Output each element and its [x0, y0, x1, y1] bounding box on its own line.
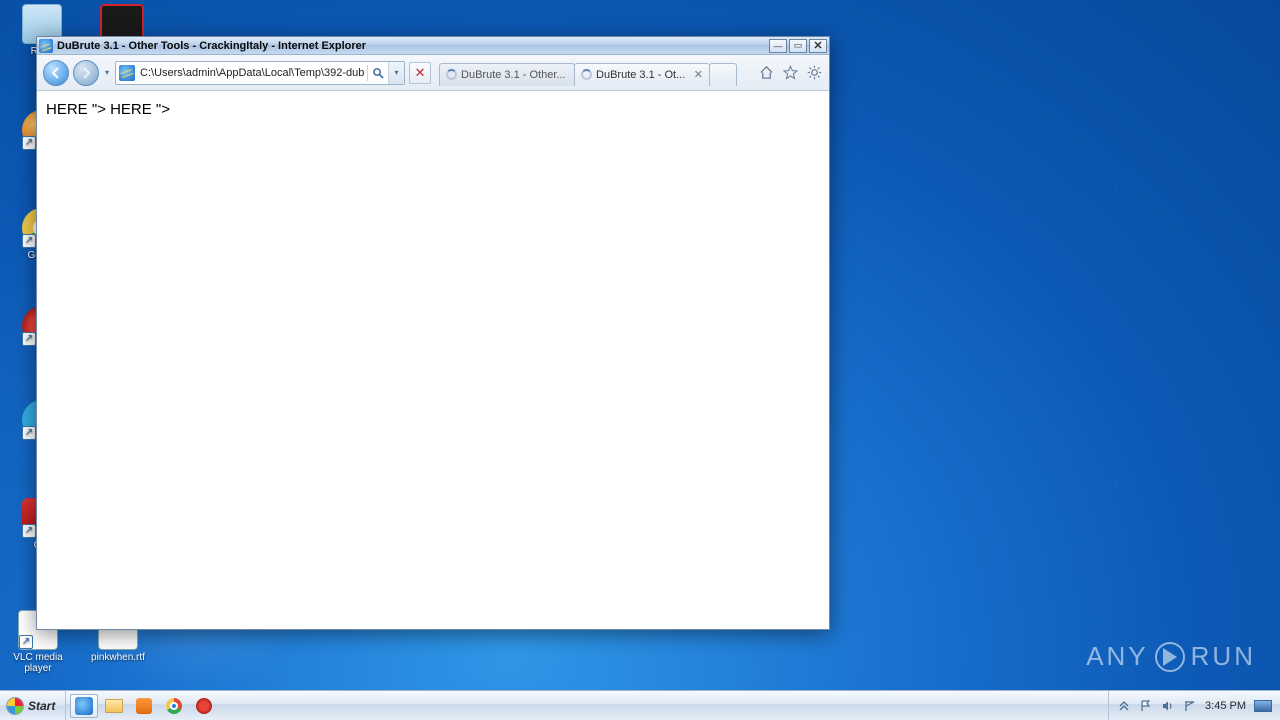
tray-action-center[interactable]	[1139, 699, 1153, 713]
opera-icon	[196, 698, 212, 714]
taskbar-item-chrome[interactable]	[160, 694, 188, 718]
arrow-left-icon	[50, 67, 62, 79]
shortcut-badge-icon: ↗	[19, 635, 33, 649]
play-triangle-icon	[1163, 648, 1177, 666]
ie-icon	[75, 697, 93, 715]
page-content: HERE "> HERE ">	[38, 93, 828, 628]
search-icon	[372, 67, 384, 79]
stop-x-icon: ✕	[415, 65, 426, 81]
search-button[interactable]	[368, 67, 388, 79]
taskbar-item-opera[interactable]	[190, 694, 218, 718]
back-button[interactable]	[43, 60, 69, 86]
flag-icon	[1140, 700, 1152, 712]
icon-label: pinkwhen.rtf	[86, 652, 150, 663]
anyrun-watermark: ANY RUN	[1086, 641, 1256, 672]
folder-icon	[105, 699, 123, 713]
home-button[interactable]	[757, 64, 775, 82]
chevrons-up-icon	[1119, 701, 1129, 711]
media-player-icon	[136, 698, 152, 714]
start-label: Start	[28, 699, 55, 713]
stop-button[interactable]: ✕	[409, 62, 431, 84]
nav-history-dropdown[interactable]: ▾	[103, 68, 111, 77]
watermark-text-left: ANY	[1086, 641, 1148, 672]
taskbar-item-ie[interactable]	[70, 694, 98, 718]
taskbar-items	[66, 691, 222, 720]
tab-1[interactable]: DuBrute 3.1 - Other...	[439, 63, 575, 86]
page-ie-icon	[119, 65, 135, 81]
shortcut-badge-icon: ↗	[22, 136, 36, 150]
taskbar-item-media-player[interactable]	[130, 694, 158, 718]
tray-volume[interactable]	[1161, 699, 1175, 713]
shortcut-badge-icon: ↗	[22, 234, 36, 248]
ie-icon	[39, 39, 53, 53]
taskbar: Start 3:45 PM	[0, 690, 1280, 720]
tab-label: DuBrute 3.1 - Other...	[461, 69, 568, 81]
tray-notification-flag[interactable]	[1183, 699, 1197, 713]
favorites-button[interactable]	[781, 64, 799, 82]
desktop: Recy ↗ Fir ↗ Go Ch ↗ Op ↗ Sk ↗ CCl ↗ VLC…	[0, 0, 1280, 720]
minimize-button[interactable]: —	[769, 39, 787, 53]
speaker-icon	[1162, 700, 1174, 712]
close-button[interactable]: ✕	[809, 39, 827, 53]
tab-2-active[interactable]: DuBrute 3.1 - Ot... ✕	[574, 63, 710, 86]
tab-strip: DuBrute 3.1 - Other... DuBrute 3.1 - Ot.…	[439, 60, 736, 86]
page-body-text: HERE "> HERE ">	[46, 101, 170, 118]
play-ring-icon	[1155, 642, 1185, 672]
star-icon	[783, 65, 798, 80]
forward-button[interactable]	[73, 60, 99, 86]
window-title: DuBrute 3.1 - Other Tools - CrackingItal…	[57, 40, 366, 52]
tab-close-icon[interactable]: ✕	[694, 68, 703, 81]
tab-label: DuBrute 3.1 - Ot...	[596, 69, 690, 81]
arrow-right-icon	[80, 67, 92, 79]
chrome-icon	[166, 698, 182, 714]
title-bar[interactable]: DuBrute 3.1 - Other Tools - CrackingItal…	[37, 37, 829, 55]
address-bar[interactable]: ▾	[115, 61, 405, 85]
taskbar-item-explorer[interactable]	[100, 694, 128, 718]
tray-show-hidden-icons[interactable]	[1117, 699, 1131, 713]
tray-monitor-icon[interactable]	[1254, 700, 1272, 712]
shortcut-badge-icon: ↗	[22, 426, 36, 440]
loading-spinner-icon	[446, 69, 457, 80]
pennant-icon	[1184, 700, 1196, 712]
toolbar: ▾ ▾ ✕ DuBrute 3.1 - Other...	[37, 55, 829, 91]
home-icon	[759, 65, 774, 80]
tray-clock[interactable]: 3:45 PM	[1205, 700, 1246, 712]
icon-label: VLC media player	[2, 652, 74, 674]
system-tray: 3:45 PM	[1108, 691, 1280, 720]
maximize-button[interactable]: ▭	[789, 39, 807, 53]
watermark-text-right: RUN	[1191, 641, 1256, 672]
start-button[interactable]: Start	[0, 691, 66, 720]
ie-window: DuBrute 3.1 - Other Tools - CrackingItal…	[36, 36, 830, 630]
tools-button[interactable]	[805, 64, 823, 82]
gear-icon	[807, 65, 822, 80]
windows-orb-icon	[6, 697, 24, 715]
new-tab-button[interactable]	[709, 63, 737, 86]
shortcut-badge-icon: ↗	[22, 332, 36, 346]
shortcut-badge-icon: ↗	[22, 524, 36, 538]
loading-spinner-icon	[581, 69, 592, 80]
address-dropdown[interactable]: ▾	[388, 62, 404, 84]
address-input[interactable]	[138, 67, 367, 79]
